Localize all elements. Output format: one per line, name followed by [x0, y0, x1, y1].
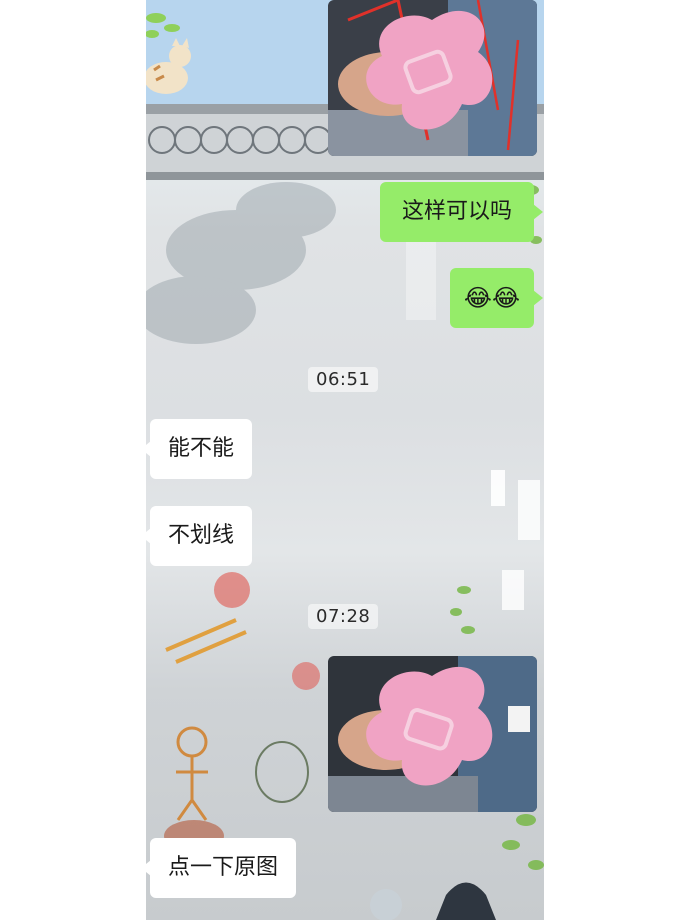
timestamp-text: 07:28: [316, 606, 371, 627]
outgoing-text-bubble[interactable]: 这样可以吗: [379, 182, 544, 242]
image-message-1[interactable]: [328, 0, 537, 156]
laughing-tears-emoji: 😂😂: [463, 284, 520, 312]
timestamp: 07:28: [308, 604, 379, 629]
photo-with-sticker-icon: [328, 656, 537, 812]
message-text: 不划线: [168, 523, 235, 548]
image-message-2[interactable]: [328, 656, 537, 812]
message-text: 这样可以吗: [401, 199, 512, 224]
outgoing-emoji-bubble[interactable]: 😂😂: [449, 268, 544, 328]
message-text: 点一下原图: [168, 855, 279, 880]
incoming-text-bubble[interactable]: 不划线: [146, 506, 253, 566]
timestamp: 06:51: [308, 367, 379, 392]
timestamp-text: 06:51: [316, 369, 371, 390]
incoming-text-bubble[interactable]: 点一下原图: [146, 838, 297, 898]
incoming-text-bubble[interactable]: 能不能: [146, 419, 253, 479]
leaf-decoration: [146, 13, 180, 38]
message-text: 能不能: [168, 436, 235, 461]
cat-illustration: [146, 38, 191, 94]
chat-screen: 这样可以吗 😂😂 06:51 能不能 不划线 07:28 点一下原图: [146, 0, 544, 920]
photo-with-sticker-icon: [328, 0, 537, 156]
